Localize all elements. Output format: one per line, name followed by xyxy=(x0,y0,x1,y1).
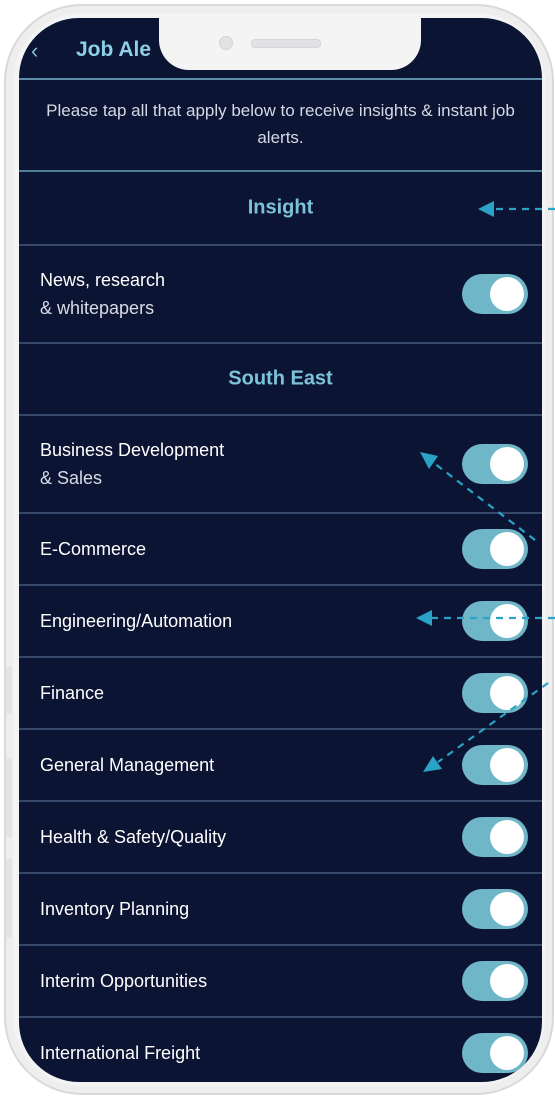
annotation-arrow-line xyxy=(433,462,536,541)
annotation-arrowhead xyxy=(478,201,494,217)
annotation-arrowhead xyxy=(420,452,438,469)
annotation-arrowhead xyxy=(416,610,432,626)
annotation-arrow-line xyxy=(437,682,549,763)
annotation-arrowhead xyxy=(423,756,442,772)
annotation-arrows xyxy=(416,201,555,772)
